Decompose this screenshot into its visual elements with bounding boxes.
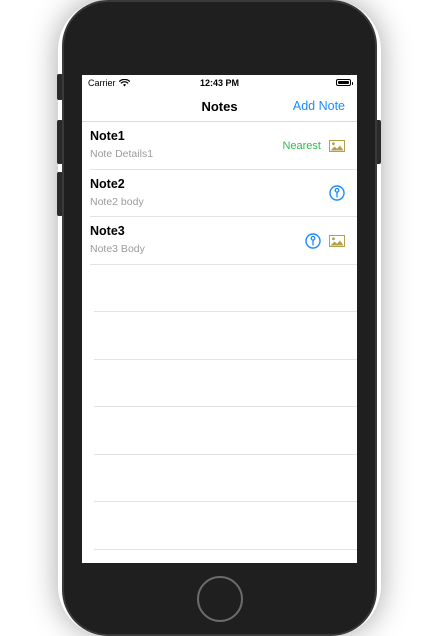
note-title: Note2 — [90, 176, 125, 191]
nearest-badge: Nearest — [282, 139, 321, 152]
empty-row — [82, 360, 357, 407]
empty-row — [82, 455, 357, 502]
battery-icon — [336, 79, 353, 86]
location-pin-icon[interactable] — [305, 233, 321, 249]
empty-row — [82, 407, 357, 455]
row-accessories: Nearest — [282, 122, 345, 170]
notes-list: Note1 Note Details1 Nearest Note2 Note2 … — [82, 122, 357, 550]
row-accessories — [305, 217, 345, 265]
note-title: Note1 — [90, 129, 125, 143]
photo-icon[interactable] — [329, 234, 345, 247]
home-button[interactable] — [197, 576, 243, 622]
note-row-1[interactable]: Note1 Note Details1 Nearest — [82, 122, 357, 170]
note-row-2[interactable]: Note2 Note2 body — [82, 170, 357, 218]
add-note-button[interactable]: Add Note — [293, 99, 345, 113]
note-row-3[interactable]: Note3 Note3 Body — [82, 217, 357, 265]
screen: Carrier 12:43 PM Notes Add Note Note1 No… — [82, 75, 357, 563]
location-pin-icon[interactable] — [329, 185, 345, 201]
empty-row — [82, 502, 357, 550]
note-detail: Note Details1 — [90, 148, 154, 160]
row-accessories — [329, 170, 345, 218]
status-bar: Carrier 12:43 PM — [82, 75, 357, 90]
navigation-bar: Notes Add Note — [82, 90, 357, 122]
empty-row — [82, 265, 357, 312]
photo-icon[interactable] — [329, 139, 345, 152]
note-title: Note3 — [90, 224, 125, 238]
note-detail: Note2 body — [90, 195, 144, 208]
empty-row — [82, 312, 357, 360]
status-time: 12:43 PM — [199, 78, 240, 88]
note-detail: Note3 Body — [90, 243, 145, 255]
